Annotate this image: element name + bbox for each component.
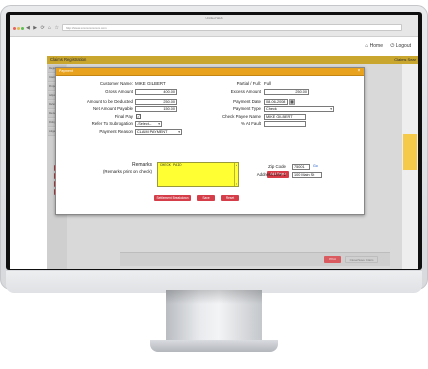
window-controls — [13, 17, 25, 35]
customer-name-label: Customer Name: — [99, 81, 133, 86]
screen: Untitled Web ◀ ▶ ⟳ ⌂ ☆ http://www.xxxxxx… — [10, 15, 418, 269]
at-fault-field[interactable] — [264, 121, 306, 127]
address-line1-field[interactable]: 100 Main St — [292, 172, 322, 178]
remarks-scrollbar[interactable]: ▴ ▾ — [234, 163, 238, 186]
address-line1-label: Address Line 1 — [256, 172, 286, 177]
logout-link[interactable]: ⏻ Logout — [390, 43, 411, 49]
gross-amount-field[interactable]: 400.00 — [135, 89, 177, 95]
remarks-text: CHECK PAID — [160, 164, 182, 168]
url-bar[interactable]: http://www.xxxxxxxxxxxxx.com — [62, 24, 402, 31]
chevron-up-icon: ▴ — [235, 164, 238, 167]
remarks-sublabel: (Remarks print on check) — [102, 169, 152, 174]
final-pay-checkbox[interactable]: ✓ — [136, 114, 141, 119]
gross-amount-label: Gross Amount — [105, 89, 133, 94]
excess-amount-field[interactable]: 250.00 — [264, 89, 309, 95]
print-button[interactable]: Print — [324, 256, 341, 263]
settlement-breakdown-button[interactable]: Settlement Breakdown — [154, 195, 191, 201]
partial-full-value: Full — [264, 81, 272, 86]
app-header: ⌂ Home ⏻ Logout — [10, 37, 418, 56]
zip-go-link[interactable]: Go — [313, 164, 318, 168]
final-pay-label: Final Pay — [114, 114, 133, 119]
payment-reason-value: CLAIM PAYMENT — [137, 130, 168, 134]
monitor-stand-shadow — [166, 290, 262, 304]
payment-date-label: Payment Date — [233, 99, 261, 104]
page-title: Claims Registration — [50, 57, 87, 62]
maximize-window-icon[interactable] — [21, 27, 24, 30]
home-label: Home — [369, 43, 383, 49]
payment-reason-label: Payment Reason — [99, 129, 133, 134]
refer-subrogation-label: Refer To Subrogation — [91, 121, 133, 126]
modal-title: Payment — [59, 69, 73, 73]
claims-search-title: Claims Sear — [394, 57, 416, 62]
reset-button[interactable]: Reset — [221, 195, 239, 201]
net-payable-label: Net Amount Payable — [92, 106, 133, 111]
close-window-icon[interactable] — [13, 27, 16, 30]
at-fault-label: % At Fault — [240, 121, 261, 126]
payment-type-value: Check — [266, 107, 277, 111]
net-payable-field[interactable]: 150.00 — [135, 106, 177, 112]
browser-toolbar: Untitled Web ◀ ▶ ⟳ ⌂ ☆ http://www.xxxxxx… — [10, 15, 418, 37]
modal-header: Payment × — [56, 68, 364, 76]
check-payee-label: Check Payee Name — [221, 114, 261, 119]
zip-code-field[interactable]: 75001 — [292, 164, 310, 170]
remarks-textarea[interactable]: CHECK PAID ▴ ▾ — [157, 162, 239, 187]
monitor-stand-base — [150, 340, 278, 352]
chevron-down-icon: ▾ — [158, 122, 160, 126]
chevron-down-icon: ▾ — [235, 183, 238, 186]
minimize-window-icon[interactable] — [17, 27, 20, 30]
customer-name-value: MIKE GILBERT — [135, 81, 166, 86]
deducted-field[interactable]: 250.00 — [135, 99, 177, 105]
excess-amount-label: Excess Amount — [230, 89, 261, 94]
refer-subrogation-value: -Select-- — [137, 122, 152, 126]
check-payee-field[interactable]: MIKE GILBERT — [264, 114, 306, 120]
close-icon[interactable]: × — [356, 68, 362, 74]
calendar-icon[interactable]: ▦ — [289, 99, 295, 105]
window-title: Untitled Web — [205, 16, 223, 20]
payment-type-select[interactable]: Check ▾ — [264, 106, 334, 112]
payment-modal: Payment × Customer Name: MIKE GILBERT Pa… — [55, 67, 365, 215]
right-highlight-panel — [403, 134, 417, 170]
chevron-down-icon: ▾ — [178, 130, 180, 134]
payment-reason-select[interactable]: CLAIM PAYMENT ▾ — [135, 129, 182, 135]
browser-nav-icons[interactable]: ◀ ▶ ⟳ ⌂ ☆ — [26, 25, 60, 31]
payment-type-label: Payment Type — [233, 106, 261, 111]
partial-full-label: Partial / Full: — [236, 81, 261, 86]
monitor-frame: Untitled Web ◀ ▶ ⟳ ⌂ ☆ http://www.xxxxxx… — [0, 5, 428, 293]
logout-label: Logout — [395, 43, 411, 49]
title-bar — [47, 56, 418, 64]
home-link[interactable]: ⌂ Home — [365, 43, 383, 49]
payment-date-field[interactable]: 08-06-2008 — [264, 99, 288, 105]
save-button[interactable]: Save — [197, 195, 215, 201]
chevron-down-icon: ▾ — [330, 107, 332, 111]
refer-subrogation-select[interactable]: -Select-- ▾ — [135, 121, 162, 127]
remarks-label: Remarks — [131, 162, 152, 168]
close-save-claim-button[interactable]: Close/Save Claim — [345, 256, 378, 263]
deducted-label: Amount to be Deducted — [86, 99, 133, 104]
zip-code-label: Zip Code — [268, 164, 286, 169]
